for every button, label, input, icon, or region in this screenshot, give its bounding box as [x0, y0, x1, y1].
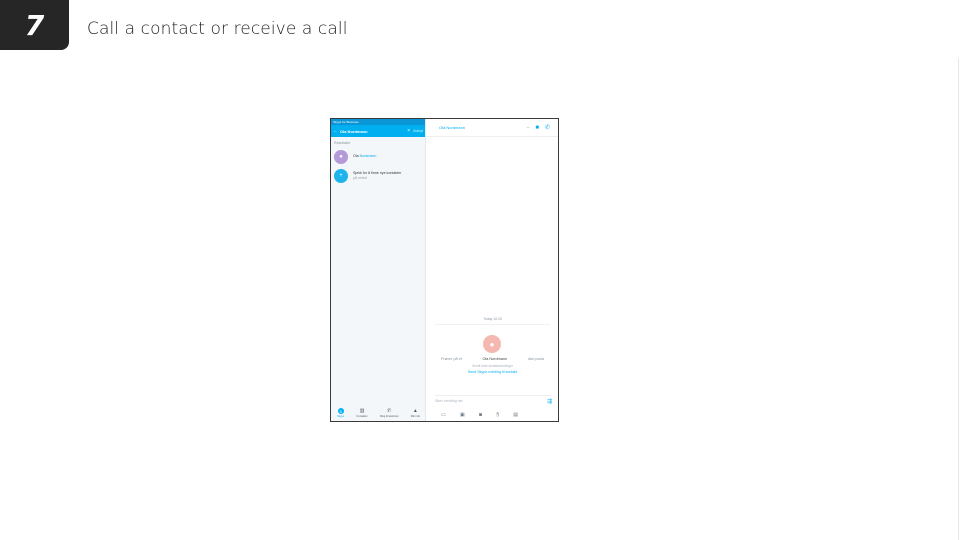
search-result-contact[interactable]: ● Ola Nordmann: [331, 147, 425, 166]
send-icon[interactable]: ⇶: [547, 398, 552, 405]
skype-icon: S: [337, 408, 344, 414]
profile-icon: ▲: [412, 408, 418, 414]
slide-number: 7: [0, 0, 69, 50]
image-icon[interactable]: ▣: [460, 412, 465, 418]
ping-subtext: Sendt bare kontaktsendinger: [472, 364, 513, 368]
nav-profile[interactable]: ▲ Min info: [411, 408, 420, 418]
search-bar[interactable]: ← Ola Nordmann × Avbryt: [331, 125, 425, 137]
send-message-link[interactable]: Send Skype-melding til kontakt: [427, 370, 558, 374]
nav-contacts[interactable]: ▥ Kontakter: [357, 408, 368, 418]
video-message-icon[interactable]: ◙: [479, 412, 482, 418]
phone-icon: ✆: [387, 408, 392, 414]
video-call-icon[interactable]: ■: [535, 125, 539, 131]
contacts-pane: Skype for Business ← Ola Nordmann × Avbr…: [331, 119, 426, 421]
contacts-icon: ▥: [359, 408, 365, 414]
conversation-pane: Ola Nordmann – ■ ✆ Today 10:15 ● Prøver …: [427, 119, 558, 421]
add-contact-icon: +: [334, 168, 348, 183]
result-label: Ola Nordmann: [353, 154, 377, 158]
conversation-header: Ola Nordmann – ■ ✆: [427, 119, 558, 137]
audio-call-icon[interactable]: ✆: [545, 124, 550, 131]
conversation-contact-name[interactable]: Ola Nordmann: [439, 125, 527, 130]
result-label: Sjekk for å finne nye kontakter på nette…: [353, 170, 402, 180]
nav-skype[interactable]: S Skype: [337, 408, 344, 418]
compose-bar[interactable]: Skriv melding her ⇶: [435, 395, 552, 406]
contact-card-icon[interactable]: ▤: [513, 412, 518, 418]
ping-row: Prøver på et Ola Nordmann dial posta: [441, 357, 544, 361]
slide-title: Call a contact or receive a call: [87, 19, 348, 39]
file-icon[interactable]: §: [496, 412, 499, 418]
minimize-icon[interactable]: –: [527, 125, 530, 131]
right-divider: [958, 58, 959, 540]
search-result-directory[interactable]: + Sjekk for å finne nye kontakter på net…: [331, 166, 425, 185]
message-input[interactable]: Skriv melding her: [435, 399, 547, 403]
bottom-nav: S Skype ▥ Kontakter ✆ Ring til telefoner…: [331, 405, 426, 421]
back-arrow-icon[interactable]: ←: [333, 128, 338, 134]
skype-screenshot: Skype for Business ← Ola Nordmann × Avbr…: [330, 118, 559, 422]
person-icon: ●: [334, 149, 348, 164]
nav-calls[interactable]: ✆ Ring til telefoner: [380, 408, 399, 418]
compose-toolbar: ▭ ▣ ◙ § ▤: [441, 411, 518, 419]
search-input[interactable]: Ola Nordmann: [340, 129, 407, 134]
contact-avatar: ●: [483, 335, 501, 353]
cancel-button[interactable]: Avbryt: [413, 129, 423, 133]
date-divider: Today 10:15: [435, 317, 550, 325]
results-header: Resultater: [334, 141, 351, 145]
emoticon-icon[interactable]: ▭: [441, 412, 446, 418]
clear-icon[interactable]: ×: [407, 128, 410, 134]
